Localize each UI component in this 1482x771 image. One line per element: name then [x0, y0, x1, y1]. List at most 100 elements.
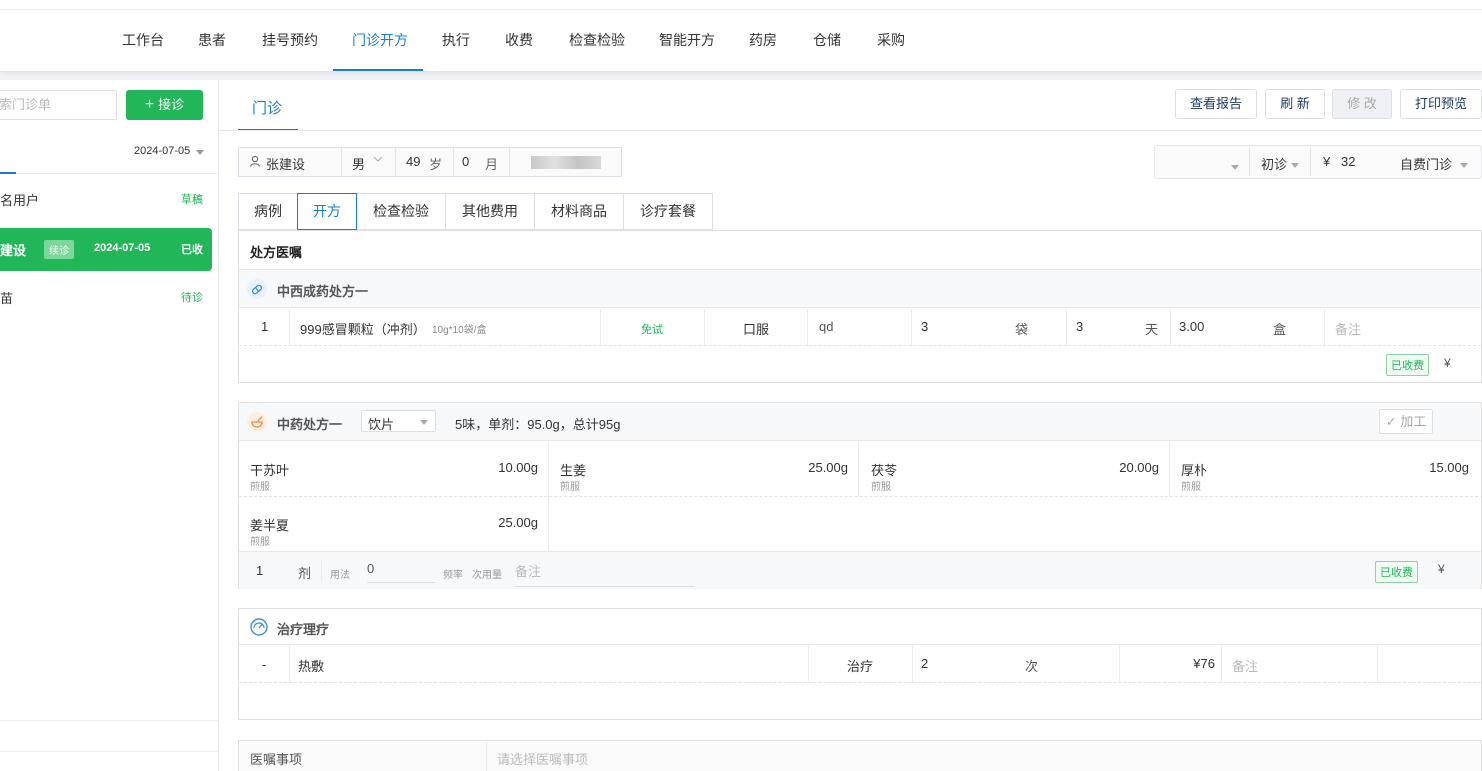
herb-weight[interactable]: 25.00g — [469, 515, 538, 530]
nav-outpatient[interactable]: 门诊开方 — [352, 30, 408, 50]
chevron-down-icon[interactable] — [1227, 159, 1239, 174]
sidebar-divider — [0, 751, 219, 752]
view-report-button[interactable]: 查看报告 — [1175, 89, 1257, 119]
months-input[interactable]: 0 — [462, 154, 469, 169]
tab-materials[interactable]: 材料商品 — [534, 193, 624, 230]
print-preview-button[interactable]: 打印预览 — [1400, 89, 1482, 119]
nav-examination[interactable]: 检查检验 — [569, 30, 625, 50]
modify-button[interactable]: 修 改 — [1332, 89, 1392, 119]
nav-billing[interactable]: 收费 — [505, 30, 533, 50]
herb-weight[interactable]: 25.00g — [779, 460, 848, 475]
remark-input[interactable]: 备注 — [1335, 319, 1361, 338]
visit-type-select[interactable]: 初诊 — [1261, 154, 1300, 173]
dose-input[interactable]: 3 — [921, 319, 928, 334]
herb-weight[interactable]: 20.00g — [1089, 460, 1159, 475]
therapy-name[interactable]: 热敷 — [298, 656, 324, 675]
patient-sidebar: 搜索门诊单 +接诊 2024-07-05 匿名用户 草稿 张建设 续诊 2024… — [0, 80, 219, 771]
separator — [289, 645, 290, 683]
herb-name[interactable]: 茯苓 — [871, 460, 897, 479]
nav-execute[interactable]: 执行 — [442, 30, 470, 50]
nav-patients[interactable]: 患者 — [198, 30, 226, 50]
table-row[interactable]: - 热敷 治疗 2 次 ¥76 备注 — [239, 645, 1481, 683]
quantity-unit[interactable]: 盒 — [1273, 319, 1286, 338]
refresh-button[interactable]: 刷 新 — [1265, 89, 1325, 119]
therapy-title: 治疗理疗 — [277, 622, 330, 637]
nav-workbench[interactable]: 工作台 — [122, 30, 164, 50]
search-input[interactable]: 搜索门诊单 — [0, 90, 117, 120]
nav-storage[interactable]: 仓储 — [813, 30, 841, 50]
herb-usage[interactable]: 煎服 — [250, 533, 270, 548]
herb-usage[interactable]: 煎服 — [560, 478, 580, 493]
tab-examination[interactable]: 检查检验 — [356, 193, 446, 230]
herb-name[interactable]: 厚朴 — [1181, 460, 1207, 479]
sex-select[interactable]: 男 — [352, 154, 365, 173]
tab-outpatient[interactable]: 门诊 — [252, 97, 282, 118]
plus-icon: + — [144, 96, 155, 113]
table-row[interactable]: 1 999感冒颗粒（冲剂） 10g*10袋/盒 免试 口服 qd 3 袋 3 天… — [239, 309, 1481, 346]
route-select[interactable]: 口服 — [743, 319, 769, 338]
separator — [1066, 309, 1067, 346]
tab-case[interactable]: 病例 — [238, 193, 298, 230]
per-dose-input[interactable]: 次用量 — [472, 566, 502, 581]
sidebar-divider — [0, 720, 219, 721]
herb-name[interactable]: 生姜 — [560, 460, 586, 479]
chevron-down-icon — [1460, 163, 1469, 169]
payment-type-label: 自费门诊 — [1400, 157, 1453, 172]
receive-button[interactable]: + 接诊 — [126, 90, 203, 120]
currency-symbol: ¥ — [1444, 356, 1451, 370]
remark-input[interactable]: 备注 — [515, 561, 695, 587]
herb-usage[interactable]: 煎服 — [1181, 478, 1201, 493]
herb-weight[interactable]: 15.00g — [1399, 460, 1469, 475]
registration-fee[interactable]: 32 — [1341, 154, 1355, 169]
nav-smart-prescribe[interactable]: 智能开方 — [659, 30, 715, 50]
days-input[interactable]: 3 — [1076, 319, 1083, 334]
patient-list-item[interactable]: 张苗 待诊 — [0, 276, 212, 319]
separator — [1119, 645, 1120, 683]
nav-purchase[interactable]: 采购 — [877, 30, 905, 50]
quantity-input[interactable]: 3.00 — [1179, 319, 1204, 334]
sidebar-tab-indicator — [0, 172, 16, 174]
payment-type-select[interactable]: 自费门诊 — [1400, 154, 1469, 173]
dose-unit[interactable]: 袋 — [1015, 319, 1028, 338]
chevron-down-icon[interactable] — [196, 150, 204, 155]
separator — [858, 442, 859, 497]
receive-label: 接诊 — [158, 97, 185, 112]
check-icon: ✓ — [1385, 414, 1397, 429]
therapy-type: 治疗 — [847, 659, 874, 674]
remark-input[interactable]: 备注 — [1232, 656, 1258, 675]
age-input[interactable]: 49 — [406, 154, 420, 169]
herb-usage[interactable]: 煎服 — [871, 478, 891, 493]
drug-name[interactable]: 999感冒颗粒（冲剂） — [300, 319, 426, 338]
drug-spec: 10g*10袋/盒 — [432, 325, 487, 336]
amount-input[interactable]: 0 — [367, 561, 435, 583]
patient-name: 张建设 — [0, 243, 27, 258]
orders-select[interactable]: 请选择医嘱事项 — [497, 749, 588, 768]
patient-list-item-active[interactable]: 张建设 续诊 2024-07-05 已收 — [0, 228, 212, 271]
frequency-select[interactable]: qd — [819, 319, 833, 334]
tab-treatment-packages[interactable]: 诊疗套餐 — [623, 193, 713, 230]
herb-name[interactable]: 姜半夏 — [250, 515, 289, 534]
doses-input[interactable]: 1 — [256, 563, 263, 578]
panel-header: 治疗理疗 — [239, 609, 1481, 645]
visit-info-bar: 初诊 ¥ 32 自费门诊 — [1154, 145, 1482, 179]
tab-prescribe[interactable]: 开方 — [297, 193, 357, 230]
patient-list-item[interactable]: 匿名用户 草稿 — [0, 178, 212, 221]
tab-other-fees[interactable]: 其他费用 — [445, 193, 535, 230]
skin-test[interactable]: 免试 — [641, 321, 663, 337]
frequency-select[interactable]: 频率 — [443, 566, 463, 581]
chevron-down-icon[interactable] — [373, 152, 383, 167]
date-filter[interactable]: 2024-07-05 — [134, 145, 190, 157]
herb-form-select[interactable]: 饮片 — [361, 410, 436, 432]
patient-name-field[interactable]: 张建设 — [266, 154, 305, 173]
process-button[interactable]: ✓ 加工 — [1379, 409, 1433, 434]
separator — [911, 309, 912, 346]
method-select[interactable]: 用法 — [330, 566, 350, 581]
separator — [808, 645, 809, 683]
nav-appointments[interactable]: 挂号预约 — [262, 30, 318, 50]
prescription-title: 中西成药处方一 — [277, 284, 369, 299]
herb-name[interactable]: 干苏叶 — [250, 460, 289, 479]
herb-usage[interactable]: 煎服 — [250, 478, 270, 493]
count-input[interactable]: 2 — [921, 656, 928, 671]
herb-weight[interactable]: 10.00g — [469, 460, 538, 475]
nav-pharmacy[interactable]: 药房 — [749, 30, 777, 50]
